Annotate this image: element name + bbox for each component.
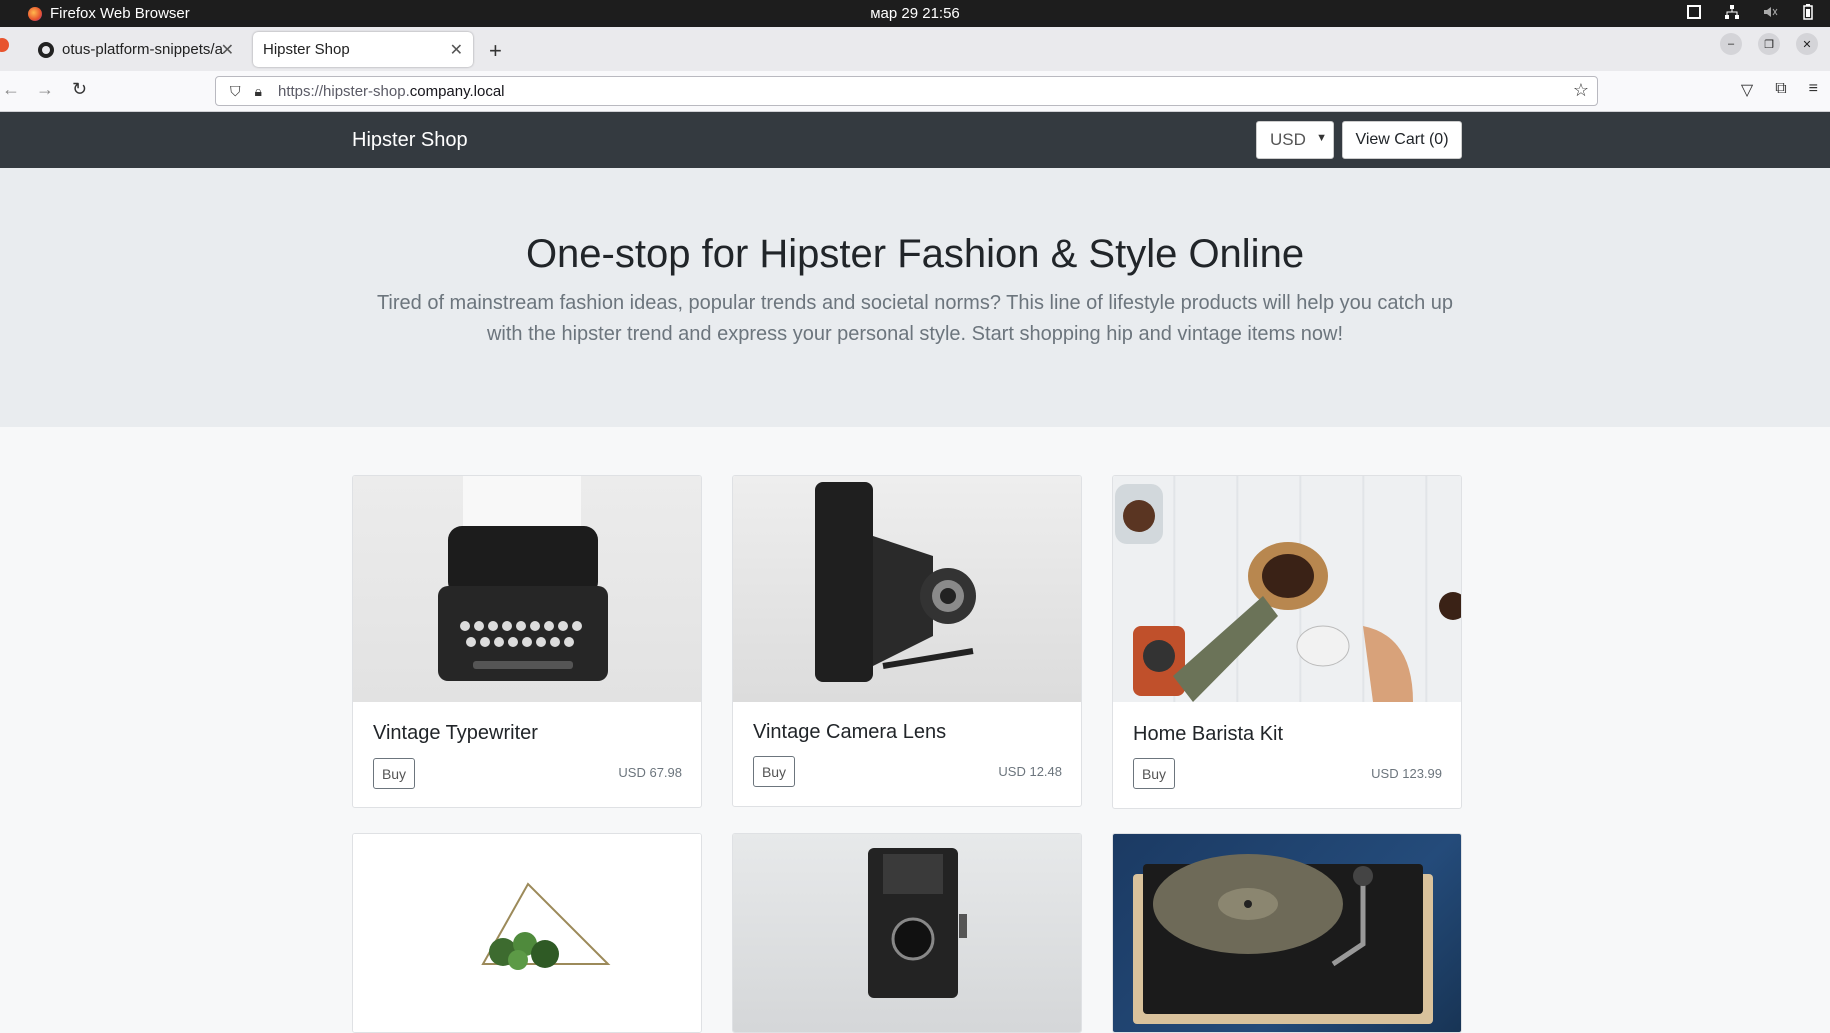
- browser-navbar: ← → ↻ ⛉ 🔒︎ https://hipster-shop.company.…: [0, 71, 1830, 112]
- lock-icon[interactable]: 🔒︎: [255, 83, 262, 100]
- buy-button[interactable]: Buy: [753, 756, 795, 787]
- product-image[interactable]: [353, 476, 701, 702]
- product-card[interactable]: [732, 833, 1082, 1033]
- product-card[interactable]: [1112, 833, 1462, 1033]
- buy-button[interactable]: Buy: [1133, 758, 1175, 789]
- battery-icon: [1803, 4, 1813, 20]
- view-cart-button[interactable]: View Cart (0): [1342, 121, 1462, 159]
- tab-label: otus-platform-snippets/a: [62, 41, 223, 58]
- screen-icon: [1687, 5, 1701, 19]
- hero-section: One-stop for Hipster Fashion & Style Onl…: [0, 168, 1830, 427]
- os-clock[interactable]: мар 29 21:56: [0, 5, 1830, 22]
- bookmark-star-icon[interactable]: ☆: [1573, 80, 1589, 101]
- tab-label: Hipster Shop: [263, 41, 350, 58]
- product-image[interactable]: [1113, 476, 1461, 702]
- new-tab-button[interactable]: +: [489, 38, 502, 64]
- menu-icon[interactable]: ≡: [1809, 80, 1818, 100]
- product-image[interactable]: [733, 834, 1081, 1032]
- volume-icon: [1764, 7, 1778, 17]
- minimize-button[interactable]: –: [1720, 33, 1742, 55]
- product-card[interactable]: [352, 833, 702, 1033]
- product-name[interactable]: Vintage Typewriter: [373, 722, 538, 745]
- product-image[interactable]: [733, 476, 1081, 702]
- product-card[interactable]: Vintage Camera Lens Buy USD 12.48: [732, 475, 1082, 807]
- pocket-icon[interactable]: ▽: [1741, 80, 1753, 100]
- extensions-icon[interactable]: ⧉: [1775, 80, 1786, 100]
- tab-hipster-shop[interactable]: Hipster Shop ✕: [253, 32, 473, 67]
- os-top-bar: Firefox Web Browser мар 29 21:56: [0, 0, 1830, 27]
- site-header: Hipster Shop USD ▼ View Cart (0): [0, 112, 1830, 168]
- tab-strip: otus-platform-snippets/a ✕ Hipster Shop …: [0, 27, 1830, 82]
- product-name[interactable]: Vintage Camera Lens: [753, 721, 946, 744]
- url-bar[interactable]: ⛉ 🔒︎ https://hipster-shop.company.local …: [215, 76, 1598, 106]
- url-text[interactable]: https://hipster-shop.company.local: [278, 83, 505, 100]
- reload-icon[interactable]: ↻: [72, 79, 87, 100]
- product-price: USD 123.99: [1371, 766, 1442, 781]
- hero-subtitle: Tired of mainstream fashion ideas, popul…: [376, 292, 1454, 345]
- buy-button[interactable]: Buy: [373, 758, 415, 789]
- barista-kit-image: [1115, 484, 1461, 702]
- product-price: USD 12.48: [998, 764, 1062, 779]
- forward-icon[interactable]: →: [36, 79, 54, 100]
- typewriter-image: [438, 476, 608, 681]
- product-price: USD 67.98: [618, 765, 682, 780]
- restore-button[interactable]: ❐: [1758, 33, 1780, 55]
- firefox-view-icon[interactable]: [0, 38, 9, 52]
- close-icon[interactable]: ✕: [221, 40, 234, 60]
- chevron-down-icon: ▼: [1316, 132, 1327, 144]
- terrarium-image: [481, 882, 611, 970]
- tracking-shield-icon[interactable]: ⛉: [230, 83, 241, 100]
- currency-select[interactable]: USD ▼: [1256, 121, 1334, 159]
- product-card[interactable]: Vintage Typewriter Buy USD 67.98: [352, 475, 702, 808]
- twin-lens-camera-image: [868, 848, 967, 998]
- turntable-image: [1133, 854, 1433, 1024]
- brand-link[interactable]: Hipster Shop: [352, 129, 468, 152]
- close-icon[interactable]: ✕: [450, 40, 463, 60]
- product-name[interactable]: Home Barista Kit: [1133, 723, 1283, 746]
- product-card[interactable]: Home Barista Kit Buy USD 123.99: [1112, 475, 1462, 809]
- github-icon: [38, 41, 54, 58]
- tab-github[interactable]: otus-platform-snippets/a ✕: [26, 32, 244, 67]
- product-image[interactable]: [1113, 834, 1461, 1032]
- window-close-button[interactable]: ✕: [1796, 33, 1818, 55]
- product-image[interactable]: [353, 834, 701, 1032]
- hero-title: One-stop for Hipster Fashion & Style Onl…: [525, 232, 1305, 276]
- currency-value: USD: [1270, 130, 1306, 149]
- back-icon[interactable]: ←: [2, 79, 20, 100]
- network-icon: [1725, 5, 1739, 19]
- os-tray[interactable]: [1686, 4, 1816, 20]
- window-controls: – ❐ ✕: [1720, 33, 1818, 55]
- camera-image: [815, 482, 976, 682]
